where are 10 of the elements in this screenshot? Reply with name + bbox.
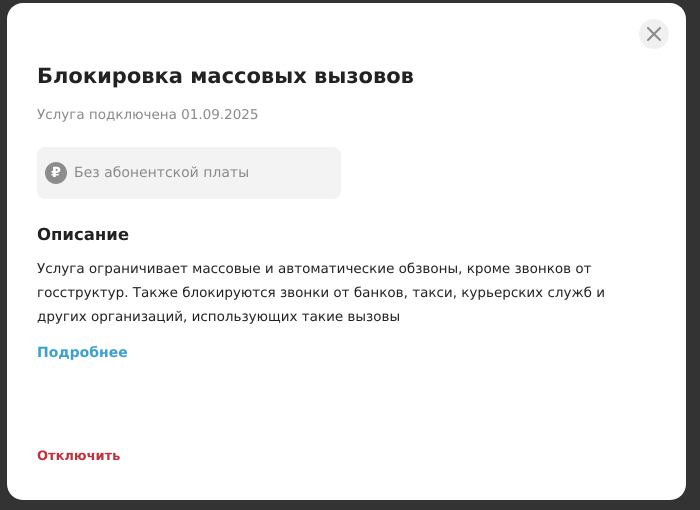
close-icon	[647, 27, 661, 41]
connection-date: Услуга подключена 01.09.2025	[37, 107, 258, 123]
ruble-icon: ₽	[45, 162, 67, 184]
more-link[interactable]: Подробнее	[37, 345, 128, 361]
price-label: Без абонентской платы	[74, 165, 250, 181]
section-heading: Описание	[37, 225, 130, 244]
dialog-title: Блокировка массовых вызовов	[37, 63, 414, 90]
disable-link[interactable]: Отключить	[37, 449, 120, 464]
close-button[interactable]	[639, 19, 669, 49]
description-text: Услуга ограничивает массовые и автоматические обзвоны, кроме звонков от госструктур. Также блокируются звонки от банков, такси, курьерских служб и других организаций, использующих такие вызовы	[37, 260, 606, 327]
